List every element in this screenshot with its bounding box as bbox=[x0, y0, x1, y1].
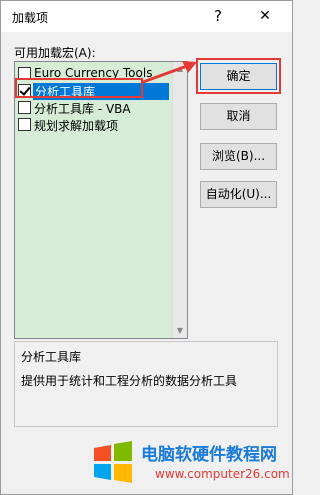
list-scrollbar[interactable]: ▲ ▼ bbox=[172, 62, 187, 338]
addin-item-label: 规划求解加载项 bbox=[34, 119, 119, 133]
ok-button[interactable]: 确定 bbox=[200, 63, 277, 90]
watermark: 电脑软硬件教程网 www.computer26.com bbox=[91, 438, 291, 490]
watermark-title: 电脑软硬件教程网 bbox=[141, 445, 277, 465]
highlight-box-selected-item bbox=[15, 78, 143, 98]
addins-dialog: 加载项 ? ✕ 可用加载宏(A): Euro Currency Tools 分析… bbox=[0, 0, 293, 495]
selected-addin-description: 提供用于统计和工程分析的数据分析工具 bbox=[21, 374, 238, 388]
red-arrow-icon bbox=[142, 61, 197, 84]
scroll-down-icon[interactable]: ▼ bbox=[173, 324, 187, 338]
dialog-title: 加载项 bbox=[12, 11, 49, 25]
addin-description-group: 分析工具库 提供用于统计和工程分析的数据分析工具 bbox=[14, 341, 278, 427]
addins-list[interactable]: Euro Currency Tools 分析工具库 分析工具库 - VBA 规划… bbox=[14, 61, 188, 339]
checkbox[interactable] bbox=[18, 118, 31, 131]
watermark-url: www.computer26.com bbox=[155, 467, 290, 481]
addin-item-label: 分析工具库 - VBA bbox=[34, 102, 131, 116]
checkbox[interactable] bbox=[18, 101, 31, 114]
browse-button[interactable]: 浏览(B)... bbox=[200, 143, 277, 170]
addin-item-analysis-toolpak-vba[interactable]: 分析工具库 - VBA bbox=[17, 99, 171, 116]
selected-addin-title: 分析工具库 bbox=[21, 350, 82, 364]
close-icon[interactable]: ✕ bbox=[253, 5, 277, 27]
title-bar: 加载项 ? ✕ bbox=[1, 1, 292, 32]
help-icon[interactable]: ? bbox=[207, 5, 229, 27]
available-addins-label: 可用加载宏(A): bbox=[14, 46, 96, 60]
automation-button[interactable]: 自动化(U)... bbox=[200, 181, 277, 208]
cancel-button[interactable]: 取消 bbox=[200, 103, 277, 130]
addin-item-solver[interactable]: 规划求解加载项 bbox=[17, 116, 171, 133]
windows-logo-icon bbox=[94, 441, 132, 483]
